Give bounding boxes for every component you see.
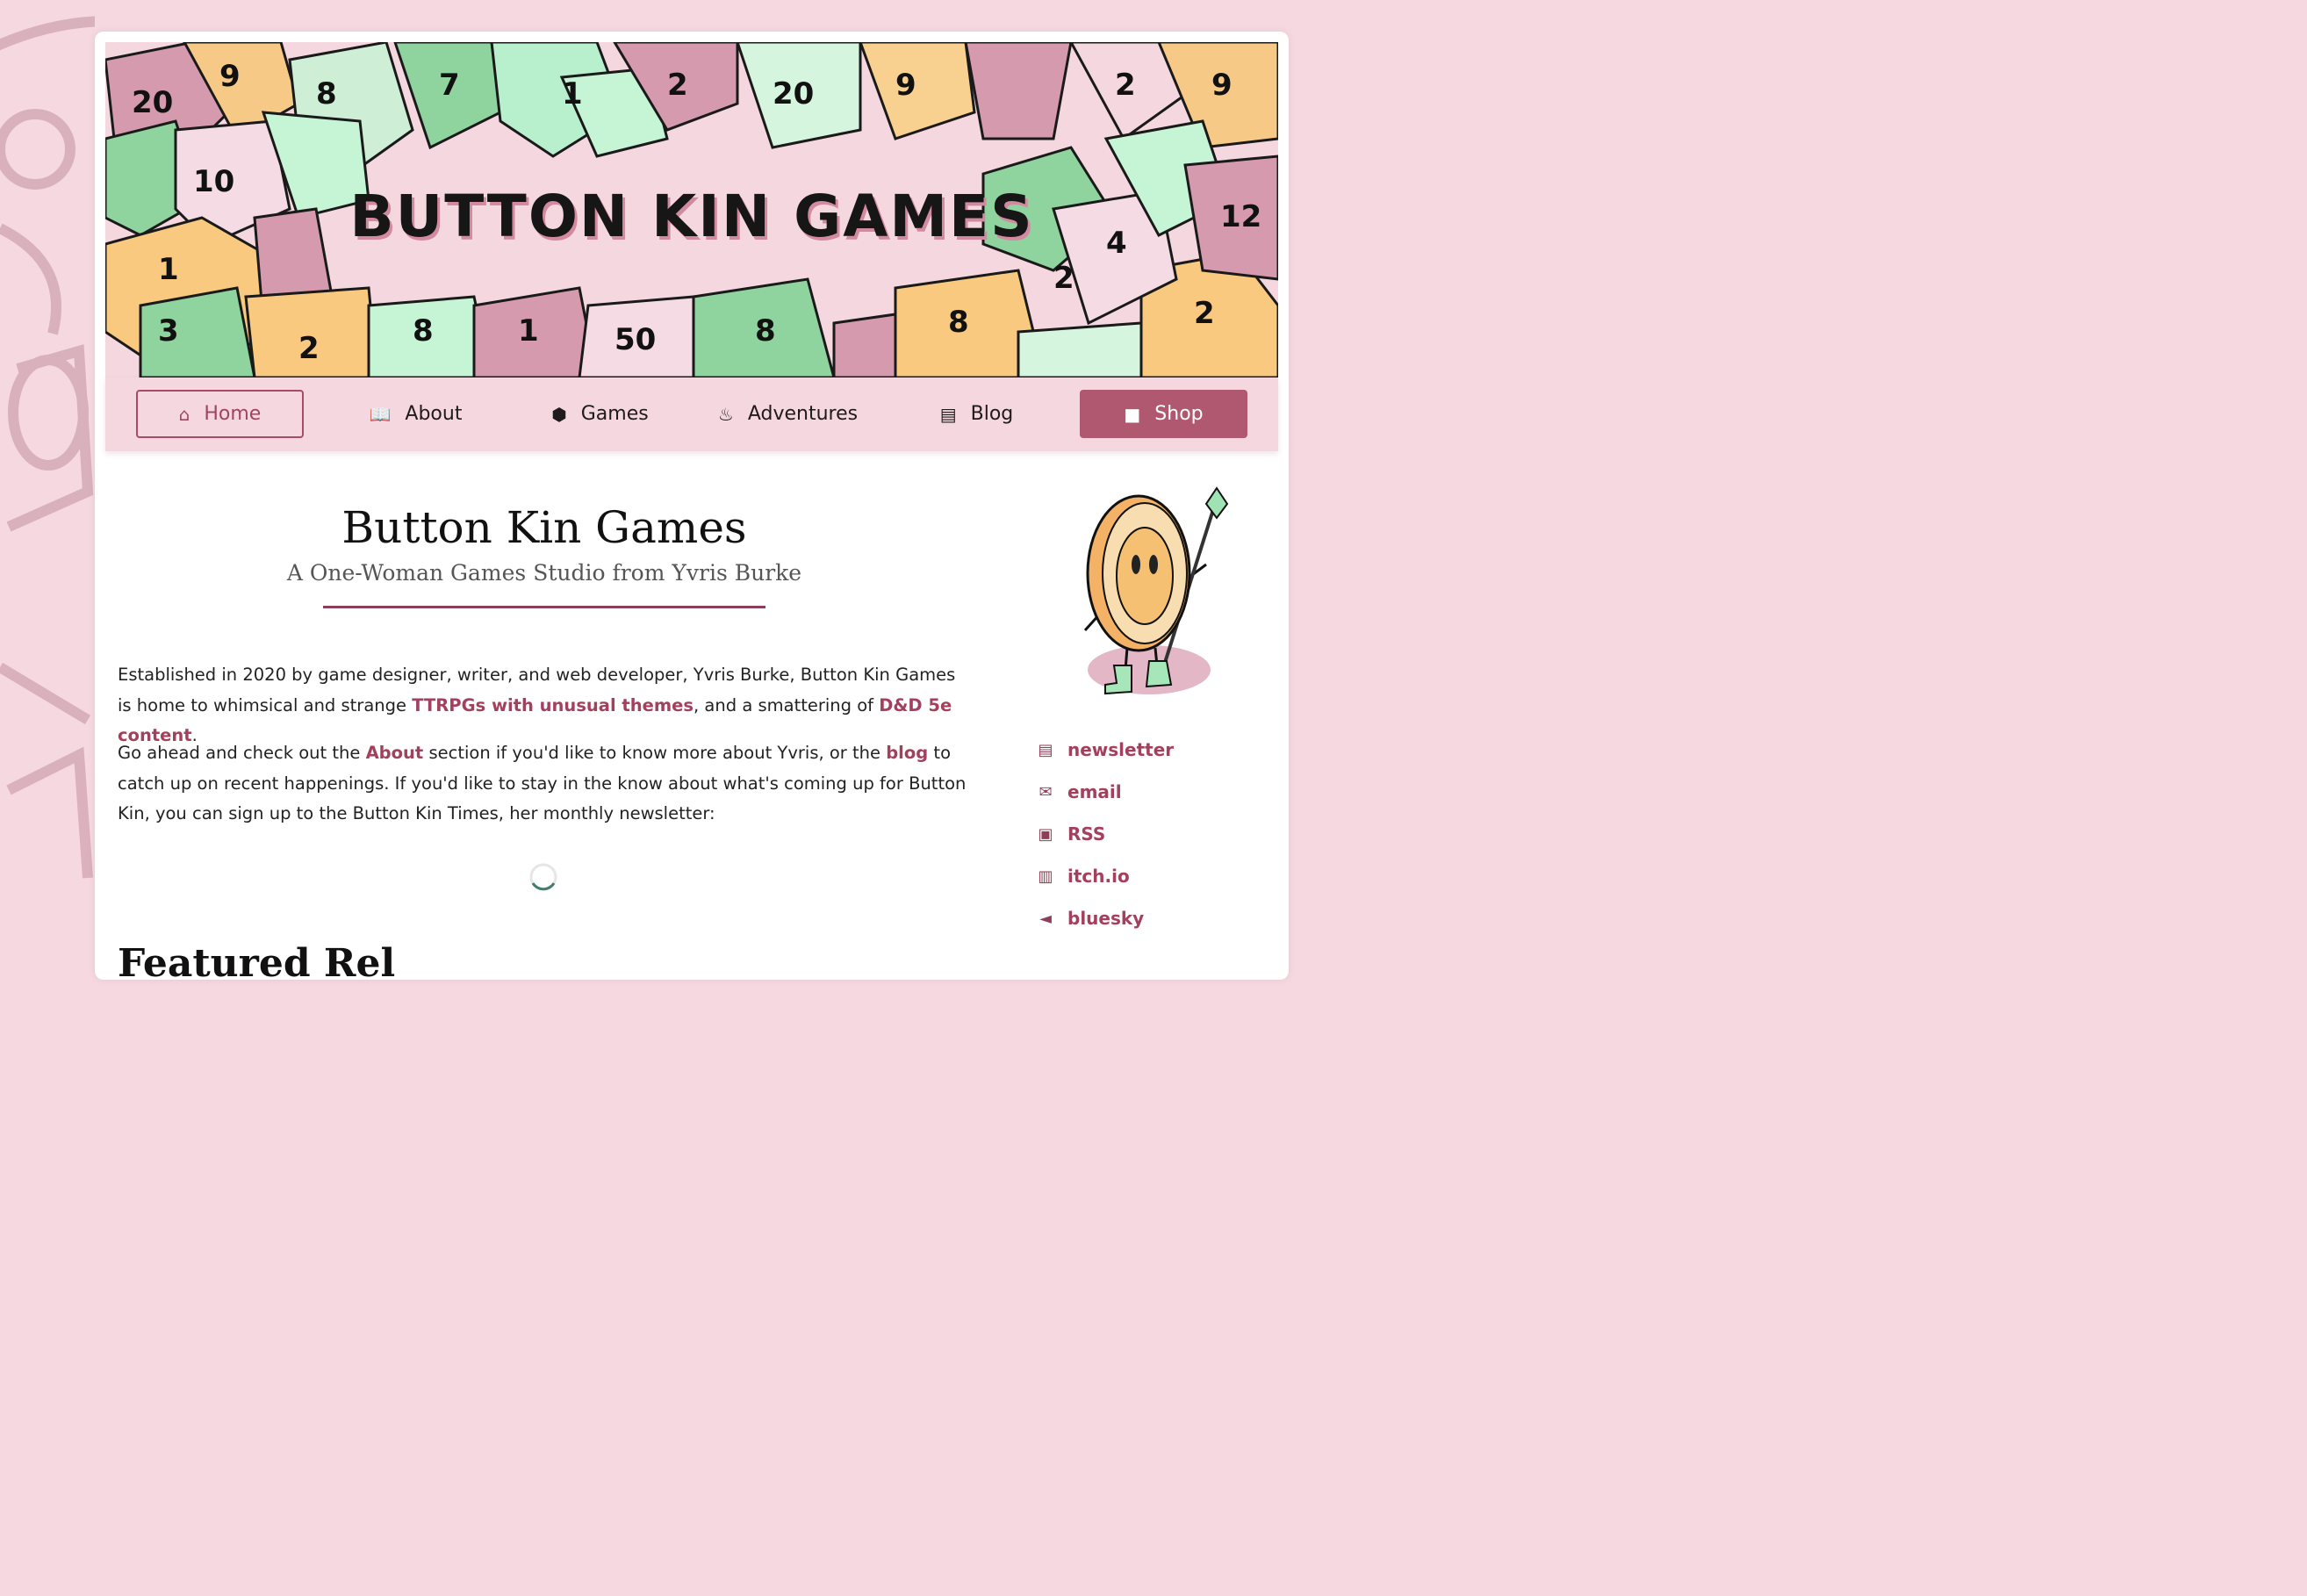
shopping-bag-icon: ■ xyxy=(1124,403,1141,425)
blog-link[interactable]: blog xyxy=(886,743,928,763)
svg-text:3: 3 xyxy=(158,313,179,349)
svg-text:1: 1 xyxy=(518,313,539,349)
link-label: itch.io xyxy=(1067,866,1130,887)
link-label: newsletter xyxy=(1067,739,1175,760)
nav-games[interactable]: ⬢ Games xyxy=(516,390,684,438)
home-icon: ⌂ xyxy=(178,403,190,425)
svg-text:20: 20 xyxy=(132,85,173,120)
svg-text:50: 50 xyxy=(614,322,656,357)
page-card: 20 9 8 712 20 9 2 9 10 1 328 1 50 8 824 2 12 BUTT… xyxy=(95,32,1289,980)
ttrpgs-link[interactable]: TTRPGs with unusual themes xyxy=(412,695,694,715)
svg-text:7: 7 xyxy=(439,68,460,103)
nav-adventures-label: Adventures xyxy=(747,403,859,425)
nav-blog-label: Blog xyxy=(970,403,1014,425)
svg-text:8: 8 xyxy=(948,305,969,340)
nav-blog[interactable]: ▤ Blog xyxy=(893,390,1060,438)
newspaper-icon: ▤ xyxy=(1038,740,1053,759)
megaphone-icon: ◄ xyxy=(1039,909,1052,928)
nav-about-label: About xyxy=(405,403,463,425)
loading-spinner xyxy=(529,863,557,891)
svg-text:9: 9 xyxy=(895,68,916,103)
newsletter-link[interactable]: ▤ newsletter xyxy=(1036,729,1174,771)
link-label: email xyxy=(1067,781,1122,802)
rss-link[interactable]: ▣ RSS xyxy=(1036,813,1174,855)
nav-home[interactable]: ⌂ Home xyxy=(136,390,304,438)
envelope-icon: ✉ xyxy=(1039,782,1053,802)
page-subtitle: A One-Woman Games Studio from Yvris Burk… xyxy=(286,560,802,586)
fire-icon: ♨ xyxy=(717,403,734,425)
newspaper-icon: ▤ xyxy=(939,403,957,425)
svg-text:1: 1 xyxy=(158,252,179,287)
svg-text:8: 8 xyxy=(413,313,434,349)
nav-home-label: Home xyxy=(204,403,262,425)
link-label: bluesky xyxy=(1067,908,1145,929)
svg-text:8: 8 xyxy=(755,313,776,349)
intro-paragraph-2: Go ahead and check out the About section… xyxy=(118,738,969,830)
intro-paragraph-1: Established in 2020 by game designer, wr… xyxy=(118,660,969,751)
about-link[interactable]: About xyxy=(366,743,424,763)
nav-shop[interactable]: ■ Shop xyxy=(1080,390,1247,438)
bluesky-link[interactable]: ◄ bluesky xyxy=(1036,897,1174,939)
svg-text:20: 20 xyxy=(773,76,814,111)
svg-text:2: 2 xyxy=(1194,296,1215,331)
svg-text:9: 9 xyxy=(219,59,241,94)
nav-games-label: Games xyxy=(580,403,649,425)
svg-text:1: 1 xyxy=(562,76,583,111)
nav-about[interactable]: 📖 About xyxy=(332,390,499,438)
intro-text: section if you'd like to know more about… xyxy=(423,743,887,763)
banner-title: BUTTON KIN GAMES xyxy=(349,183,1034,250)
email-link[interactable]: ✉ email xyxy=(1036,771,1174,813)
social-links: ▤ newsletter ✉ email ▣ RSS ▥ itch.io ◄ b… xyxy=(1036,729,1174,939)
svg-text:2: 2 xyxy=(1053,261,1074,296)
book-icon: 📖 xyxy=(369,403,392,425)
nav-adventures[interactable]: ♨ Adventures xyxy=(704,390,872,438)
rss-icon: ▣ xyxy=(1038,824,1053,844)
title-divider xyxy=(323,606,765,608)
background-dice-sketch xyxy=(0,0,95,953)
main-nav: ⌂ Home 📖 About ⬢ Games ♨ Adventures ▤ Bl… xyxy=(105,377,1278,451)
intro-text: Go ahead and check out the xyxy=(118,743,366,763)
itchio-icon: ▥ xyxy=(1038,866,1053,886)
nav-shop-label: Shop xyxy=(1154,403,1204,425)
svg-text:9: 9 xyxy=(1211,68,1233,103)
svg-text:8: 8 xyxy=(316,76,337,111)
page-title: Button Kin Games xyxy=(341,502,747,553)
link-label: RSS xyxy=(1067,823,1106,845)
svg-text:2: 2 xyxy=(1115,68,1136,103)
itchio-link[interactable]: ▥ itch.io xyxy=(1036,855,1174,897)
header-banner: 20 9 8 712 20 9 2 9 10 1 328 1 50 8 824 2 12 BUTT… xyxy=(105,42,1278,377)
button-mascot-illustration xyxy=(1083,486,1229,695)
svg-text:2: 2 xyxy=(298,331,320,366)
intro-text: , and a smattering of xyxy=(694,694,880,715)
featured-heading: Featured Rel xyxy=(118,941,396,980)
dice-icon: ⬢ xyxy=(551,403,567,425)
svg-text:2: 2 xyxy=(667,68,688,103)
